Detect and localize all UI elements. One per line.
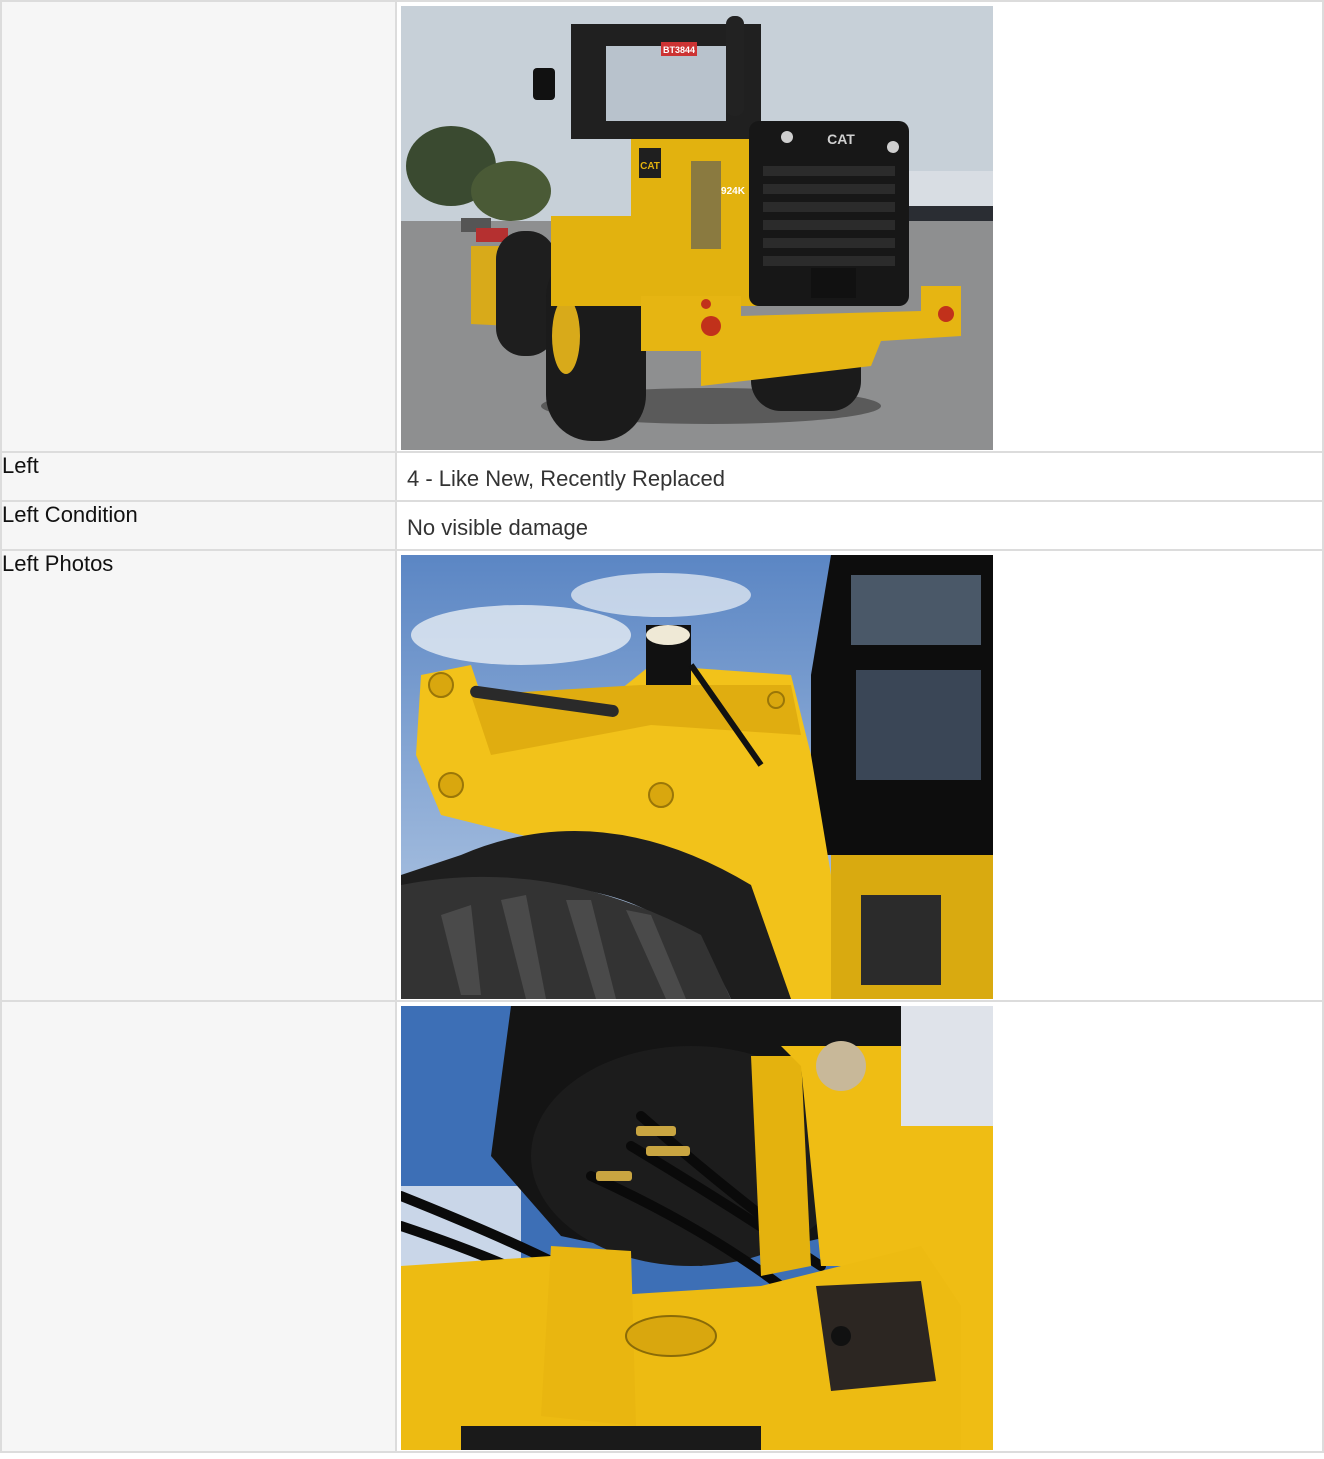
row-label: Left Condition: [0, 500, 397, 551]
plate-text: BT3844: [663, 45, 695, 55]
row-value: [395, 549, 1324, 1002]
loader-left-arm-photo[interactable]: [401, 555, 993, 999]
row-value: [395, 1000, 1324, 1453]
table-row: [0, 1000, 1324, 1453]
row-value: BT3844 CAT 924K CAT: [395, 0, 1324, 453]
side-brand-text: CAT: [640, 161, 660, 172]
row-label: Left: [0, 451, 397, 502]
row-label: [0, 0, 397, 453]
row-value: 4 - Like New, Recently Replaced: [395, 451, 1324, 502]
row-value: No visible damage: [395, 500, 1324, 551]
table-row: BT3844 CAT 924K CAT: [0, 0, 1324, 453]
table-row: Left 4 - Like New, Recently Replaced: [0, 451, 1324, 502]
row-label: Left Photos: [0, 549, 397, 1002]
table-row: Left Condition No visible damage: [0, 500, 1324, 551]
rear-brand-text: CAT: [827, 131, 855, 147]
loader-rear-view-photo[interactable]: BT3844 CAT 924K CAT: [401, 6, 993, 450]
row-label: [0, 1000, 397, 1453]
inspection-table: BT3844 CAT 924K CAT Left 4 - Like New, R…: [0, 0, 1324, 1453]
table-row: Left Photos: [0, 549, 1324, 1002]
model-text: 924K: [721, 186, 746, 197]
loader-underside-hoses-photo[interactable]: [401, 1006, 993, 1450]
